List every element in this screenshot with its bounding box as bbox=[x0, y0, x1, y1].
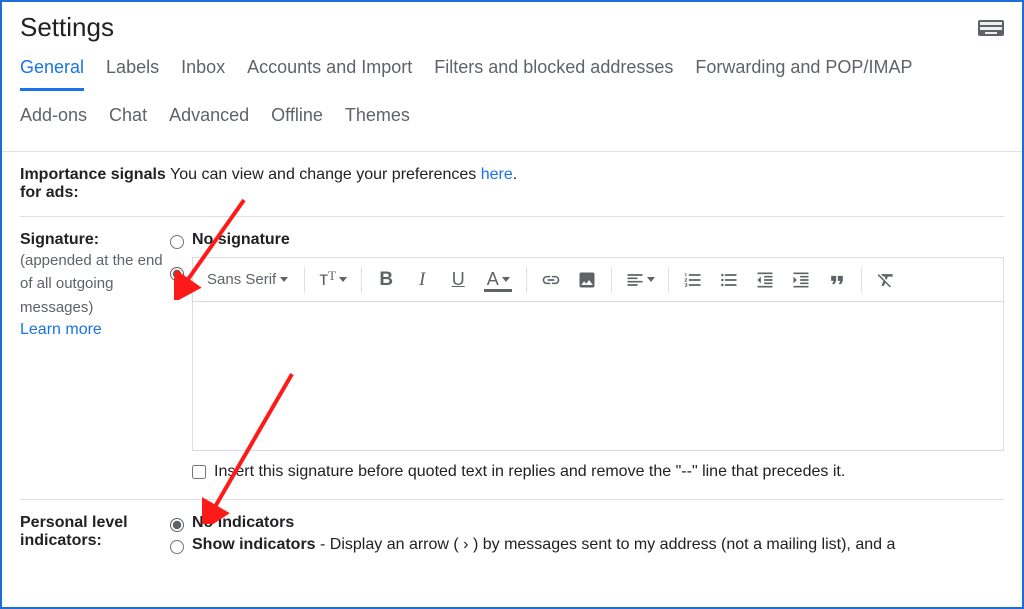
chevron-down-icon bbox=[339, 277, 347, 286]
radio-no-signature[interactable] bbox=[170, 235, 184, 249]
signature-placement-check: Insert this signature before quoted text… bbox=[192, 463, 1004, 481]
tab-general[interactable]: General bbox=[20, 57, 84, 91]
tab-labels[interactable]: Labels bbox=[106, 57, 159, 91]
signature-label-col: Signature: (appended at the end of all o… bbox=[20, 231, 170, 339]
tab-filters[interactable]: Filters and blocked addresses bbox=[434, 57, 673, 91]
page-title: Settings bbox=[20, 12, 114, 43]
tab-chat[interactable]: Chat bbox=[109, 105, 147, 139]
link-button[interactable] bbox=[535, 264, 567, 296]
settings-tabs: General Labels Inbox Accounts and Import… bbox=[2, 49, 1022, 152]
indicator-option-show: Show indicators - Display an arrow ( › )… bbox=[170, 536, 1004, 554]
italic-button[interactable]: I bbox=[406, 264, 438, 296]
ads-text-before: You can view and change your preferences bbox=[170, 166, 481, 183]
signature-option-none: No signature bbox=[170, 231, 1004, 249]
checkbox-insert-before-quoted[interactable] bbox=[192, 465, 206, 479]
chevron-down-icon bbox=[502, 277, 510, 286]
radio-no-indicators[interactable] bbox=[170, 518, 184, 532]
font-name: Sans Serif bbox=[207, 271, 276, 288]
tab-addons[interactable]: Add-ons bbox=[20, 105, 87, 139]
section-signature: Signature: (appended at the end of all o… bbox=[20, 217, 1004, 500]
ads-body: You can view and change your preferences… bbox=[170, 166, 1004, 202]
signature-sublabel: (appended at the end of all outgoing mes… bbox=[20, 249, 170, 319]
toolbar-separator bbox=[526, 267, 527, 293]
indent-more-button[interactable] bbox=[785, 264, 817, 296]
bullet-list-button[interactable] bbox=[713, 264, 745, 296]
bold-button[interactable]: B bbox=[370, 264, 402, 296]
radio-custom-signature[interactable] bbox=[170, 267, 184, 281]
signature-option-custom: Sans Serif тT B I U A bbox=[170, 253, 1004, 481]
radio-show-indicators[interactable] bbox=[170, 540, 184, 554]
tabs-row-1: General Labels Inbox Accounts and Import… bbox=[20, 57, 1004, 91]
tab-forwarding[interactable]: Forwarding and POP/IMAP bbox=[695, 57, 912, 91]
indicators-label: Personal level indicators: bbox=[20, 514, 170, 558]
tab-inbox[interactable]: Inbox bbox=[181, 57, 225, 91]
label-show-indicators[interactable]: Show indicators - Display an arrow ( › )… bbox=[192, 536, 895, 554]
checkbox-label[interactable]: Insert this signature before quoted text… bbox=[214, 463, 845, 481]
signature-label: Signature: bbox=[20, 231, 99, 248]
toolbar-separator bbox=[361, 267, 362, 293]
tab-advanced[interactable]: Advanced bbox=[169, 105, 249, 139]
quote-button[interactable] bbox=[821, 264, 853, 296]
toolbar-separator bbox=[611, 267, 612, 293]
ads-preferences-link[interactable]: here bbox=[481, 166, 513, 183]
signature-textarea[interactable] bbox=[192, 301, 1004, 451]
text-color-button[interactable]: A bbox=[478, 264, 518, 296]
numbered-list-button[interactable] bbox=[677, 264, 709, 296]
font-size-button[interactable]: тT bbox=[313, 264, 353, 296]
underline-button[interactable]: U bbox=[442, 264, 474, 296]
chevron-down-icon bbox=[647, 277, 655, 286]
ads-text-after: . bbox=[513, 166, 517, 183]
chevron-down-icon bbox=[280, 277, 288, 286]
toolbar-separator bbox=[304, 267, 305, 293]
tab-accounts-import[interactable]: Accounts and Import bbox=[247, 57, 412, 91]
color-bar bbox=[484, 289, 512, 292]
section-ads: Importance signals for ads: You can view… bbox=[20, 152, 1004, 217]
align-button[interactable] bbox=[620, 264, 660, 296]
font-family-select[interactable]: Sans Serif bbox=[199, 269, 296, 290]
image-button[interactable] bbox=[571, 264, 603, 296]
tab-themes[interactable]: Themes bbox=[345, 105, 410, 139]
remove-formatting-button[interactable] bbox=[870, 264, 902, 296]
show-indicators-desc: - Display an arrow ( › ) by messages sen… bbox=[316, 536, 896, 553]
tab-offline[interactable]: Offline bbox=[271, 105, 323, 139]
ads-label: Importance signals for ads: bbox=[20, 166, 170, 202]
tabs-row-2: Add-ons Chat Advanced Offline Themes bbox=[20, 105, 1004, 149]
signature-body: No signature Sans Serif тT bbox=[170, 231, 1004, 485]
indent-less-button[interactable] bbox=[749, 264, 781, 296]
indicator-option-none: No indicators bbox=[170, 514, 1004, 532]
label-no-indicators[interactable]: No indicators bbox=[192, 514, 294, 532]
label-no-signature[interactable]: No signature bbox=[192, 231, 290, 249]
toolbar-separator bbox=[668, 267, 669, 293]
show-indicators-title: Show indicators bbox=[192, 536, 316, 553]
signature-learn-more-link[interactable]: Learn more bbox=[20, 321, 170, 339]
section-indicators: Personal level indicators: No indicators… bbox=[20, 500, 1004, 572]
signature-editor: Sans Serif тT B I U A bbox=[192, 257, 1004, 451]
keyboard-icon[interactable] bbox=[978, 20, 1004, 36]
indicators-body: No indicators Show indicators - Display … bbox=[170, 514, 1004, 558]
editor-toolbar: Sans Serif тT B I U A bbox=[192, 257, 1004, 301]
toolbar-separator bbox=[861, 267, 862, 293]
